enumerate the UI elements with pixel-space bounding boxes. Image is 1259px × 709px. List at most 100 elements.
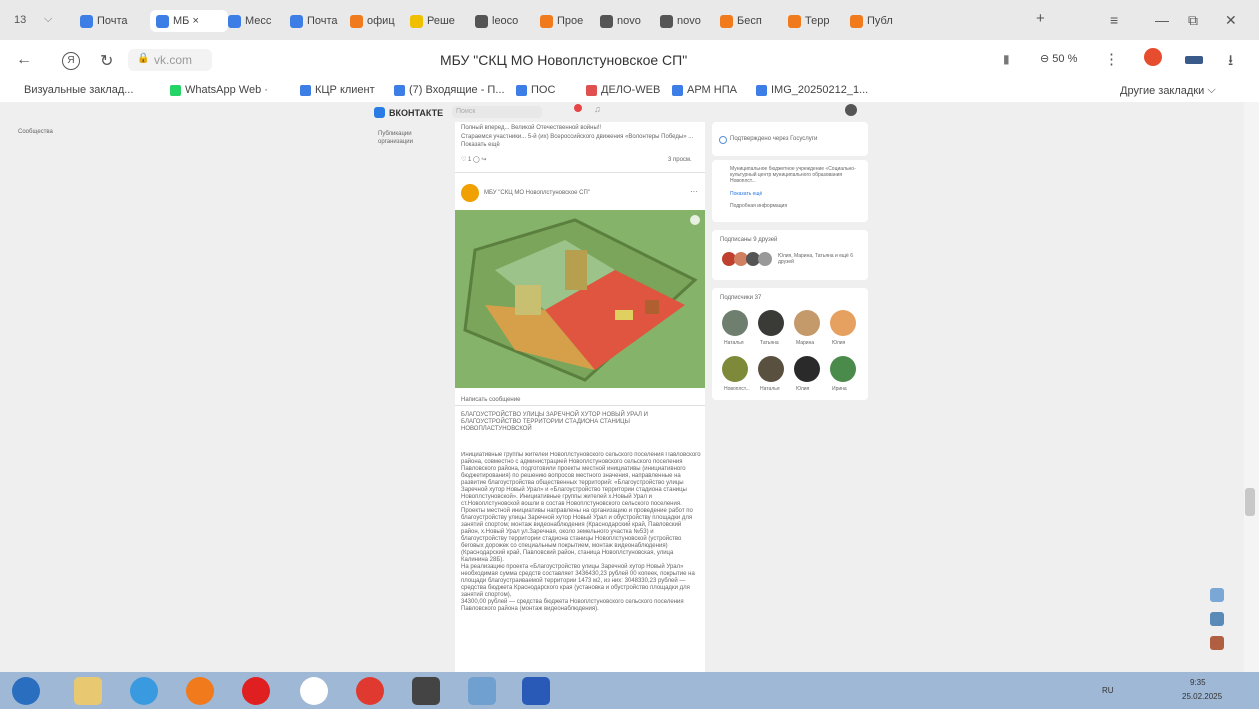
- subscriber-name[interactable]: Новоплст...: [724, 386, 750, 392]
- avatar[interactable]: [845, 104, 857, 116]
- download-icon[interactable]: ⭳: [1228, 50, 1233, 75]
- side-card-friends: Подписаны 9 друзей Юлия, Марина, Татьяна…: [712, 230, 868, 280]
- subscriber-name[interactable]: Юлия: [796, 386, 809, 392]
- bookmark-item[interactable]: ДЕЛО-WEB: [586, 84, 660, 96]
- subscriber-avatar[interactable]: [722, 310, 748, 336]
- tab[interactable]: Терр: [788, 10, 843, 32]
- minimize-button[interactable]: —: [1155, 12, 1169, 28]
- subscriber-avatar[interactable]: [830, 310, 856, 336]
- bookmark-item[interactable]: (7) Входящие - П...: [394, 84, 505, 96]
- wallet-icon[interactable]: [1185, 56, 1203, 64]
- tab[interactable]: Реше: [410, 10, 465, 32]
- friend-avatar[interactable]: [758, 252, 772, 266]
- tab-label: Почта: [97, 15, 128, 27]
- image-viewer-icon[interactable]: [468, 677, 496, 705]
- tab[interactable]: Почта: [290, 10, 345, 32]
- opera-icon[interactable]: [242, 677, 270, 705]
- subscriber-avatar[interactable]: [722, 356, 748, 382]
- language-indicator[interactable]: RU: [1102, 686, 1114, 695]
- music-icon[interactable]: ♫: [594, 104, 601, 114]
- tab[interactable]: Месс: [228, 10, 283, 32]
- show-more-link[interactable]: Показать ещё: [730, 190, 762, 198]
- profile-icon[interactable]: [1144, 48, 1162, 66]
- subscriber-name[interactable]: Юлия: [832, 340, 845, 346]
- tab[interactable]: Бесп: [720, 10, 775, 32]
- other-bookmarks[interactable]: Другие закладки ⌵: [1120, 84, 1216, 97]
- chevron-down-icon[interactable]: ⌵: [44, 13, 52, 26]
- tab[interactable]: novo: [660, 10, 715, 32]
- word-icon[interactable]: [522, 677, 550, 705]
- media-icon[interactable]: [186, 677, 214, 705]
- bookmark-icon: [756, 84, 767, 96]
- yandex-browser-icon[interactable]: [300, 677, 328, 705]
- post-actions[interactable]: ♡ 1 ◯ ↪: [461, 156, 486, 164]
- bookmark-item[interactable]: WhatsApp Web ·: [170, 84, 268, 96]
- bookmark-item[interactable]: КЦР клиент: [300, 84, 375, 96]
- close-button[interactable]: ✕: [1225, 12, 1237, 29]
- tab-label: МБ ×: [173, 15, 199, 27]
- ie-icon[interactable]: [130, 677, 158, 705]
- subscriber-name[interactable]: Татьяна: [760, 340, 779, 346]
- tab[interactable]: Публ: [850, 10, 905, 32]
- post-more-icon[interactable]: ···: [690, 188, 698, 196]
- author-avatar[interactable]: [461, 184, 479, 202]
- post-author[interactable]: МБУ "СКЦ МО Новоплстуновское СП": [484, 189, 590, 197]
- bookmark-icon[interactable]: ▮: [1003, 52, 1010, 66]
- floating-icon[interactable]: [1210, 588, 1224, 602]
- tab-count[interactable]: 13: [14, 14, 26, 26]
- subscriber-avatar[interactable]: [794, 310, 820, 336]
- subscriber-avatar[interactable]: [794, 356, 820, 382]
- back-icon[interactable]: ←: [16, 51, 32, 69]
- more-icon[interactable]: ⋮: [1104, 50, 1119, 68]
- subscriber-avatar[interactable]: [830, 356, 856, 382]
- yandex-icon[interactable]: [356, 677, 384, 705]
- explorer-icon[interactable]: [74, 677, 102, 705]
- tab[interactable]: novo: [600, 10, 655, 32]
- menu-icon[interactable]: ≡: [1110, 12, 1118, 28]
- scrollbar-thumb[interactable]: [1245, 488, 1255, 516]
- subscriber-name[interactable]: Наталья: [760, 386, 780, 392]
- details-link[interactable]: Подробная информация: [730, 202, 787, 210]
- yandex-icon[interactable]: Я: [62, 52, 80, 70]
- post-image[interactable]: [455, 210, 705, 388]
- tab[interactable]: Прое: [540, 10, 595, 32]
- subscribers-title[interactable]: Подписчики 37: [720, 294, 761, 302]
- zoom-indicator[interactable]: ⊖ 50 %: [1040, 52, 1077, 65]
- notification-icon[interactable]: [574, 104, 582, 112]
- new-tab-button[interactable]: +: [1036, 10, 1045, 27]
- maximize-button[interactable]: ⧉: [1188, 12, 1198, 29]
- subscriber-name[interactable]: Марина: [796, 340, 814, 346]
- vk-logo[interactable]: ВКОНТАКТЕ: [374, 107, 443, 118]
- subscriber-name[interactable]: Ирина: [832, 386, 847, 392]
- vk-icon: [374, 107, 385, 118]
- url-field[interactable]: 🔒 vk.com: [128, 49, 212, 71]
- bookmark-item[interactable]: Визуальные заклад...: [24, 84, 133, 96]
- scrollbar[interactable]: [1244, 102, 1259, 672]
- tab[interactable]: leoco: [475, 10, 530, 32]
- floating-icon[interactable]: [1210, 612, 1224, 626]
- bookmark-icon: [586, 84, 597, 96]
- bookmark-item[interactable]: IMG_20250212_1...: [756, 84, 868, 96]
- friends-title[interactable]: Подписаны 9 друзей: [720, 236, 777, 244]
- reload-icon[interactable]: ↻: [100, 51, 113, 71]
- subscriber-avatar[interactable]: [758, 356, 784, 382]
- write-message-button[interactable]: Написать сообщение: [461, 396, 520, 404]
- bookmark-item[interactable]: АРМ НПА: [672, 84, 737, 96]
- tab[interactable]: Почта: [80, 10, 138, 32]
- subscriber-name[interactable]: Наталья: [724, 340, 744, 346]
- app-icon[interactable]: [412, 677, 440, 705]
- floating-icon[interactable]: [1210, 636, 1224, 650]
- post-views: 3 просм.: [668, 157, 692, 163]
- tab-label: leoco: [492, 15, 519, 27]
- clock-date[interactable]: 25.02.2025: [1182, 692, 1222, 701]
- left-nav-item[interactable]: Сообщества: [18, 128, 53, 136]
- bookmark-label: Визуальные заклад...: [24, 84, 134, 96]
- tab[interactable]: МБ ×: [150, 10, 228, 32]
- clock-time[interactable]: 9:35: [1190, 678, 1206, 687]
- bookmark-item[interactable]: ПОС: [516, 84, 555, 96]
- search-input[interactable]: Поиск: [452, 106, 542, 118]
- bookmark-icon: [170, 84, 181, 96]
- subscriber-avatar[interactable]: [758, 310, 784, 336]
- start-button[interactable]: [12, 677, 40, 705]
- tab[interactable]: офиц: [350, 10, 405, 32]
